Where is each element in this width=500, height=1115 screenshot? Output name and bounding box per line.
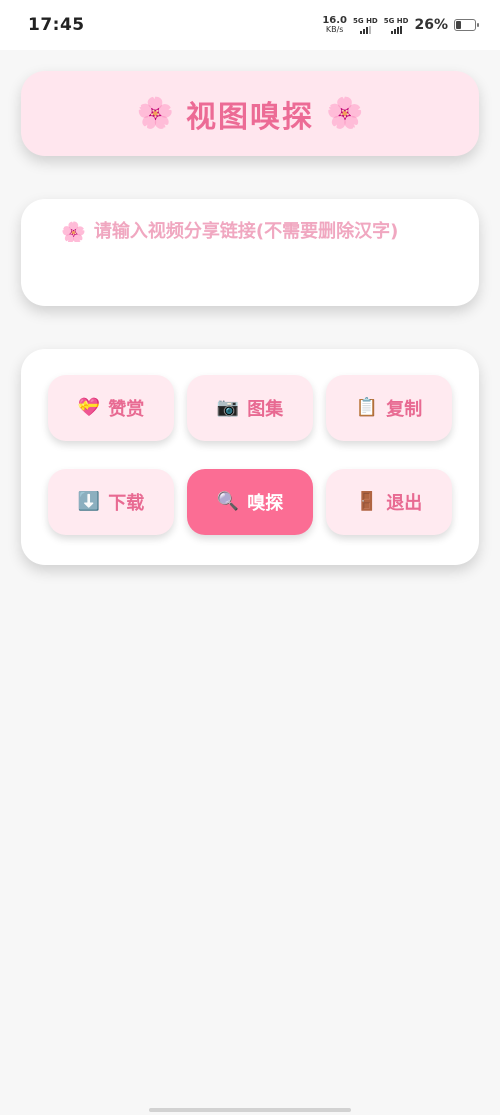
exit-button[interactable]: 🚪 退出 [326, 469, 452, 535]
gallery-button[interactable]: 📷 图集 [187, 375, 313, 441]
heart-gift-icon: 💝 [77, 397, 101, 418]
sniff-button-label: 嗅探 [247, 493, 284, 514]
exit-button-label: 退出 [386, 493, 423, 514]
url-input-card[interactable]: 🌸 [21, 199, 479, 306]
download-button-label: 下载 [108, 493, 145, 514]
sim1-label: 5G HD [353, 16, 378, 25]
title-banner: 🌸 视图嗅探 🌸 [21, 71, 479, 156]
camera-icon: 📷 [216, 397, 240, 418]
copy-button[interactable]: 📋 复制 [326, 375, 452, 441]
url-input[interactable] [93, 221, 439, 242]
status-indicators: 16.0 KB/s 5G HD 5G HD 26% [322, 15, 479, 35]
action-panel: 💝 赞赏 📷 图集 📋 复制 ⬇️ 下载 🔍 嗅探 🚪 退出 [21, 349, 479, 565]
battery-percent: 26% [414, 17, 448, 33]
sim2-signal-icon: 5G HD [383, 16, 409, 34]
sniff-button[interactable]: 🔍 嗅探 [187, 469, 313, 535]
network-speed-value: 16.0 [322, 15, 348, 26]
download-button[interactable]: ⬇️ 下载 [48, 469, 174, 535]
down-arrow-icon: ⬇️ [77, 491, 101, 512]
reward-button[interactable]: 💝 赞赏 [48, 375, 174, 441]
status-bar: 17:45 16.0 KB/s 5G HD 5G HD 26% [0, 0, 500, 50]
door-icon: 🚪 [355, 491, 379, 512]
network-speed: 16.0 KB/s [322, 15, 348, 35]
cherry-blossom-icon: 🌸 [136, 95, 174, 131]
magnifier-icon: 🔍 [216, 491, 240, 512]
battery-fill [456, 21, 462, 29]
copy-button-label: 复制 [386, 399, 423, 420]
url-input-row[interactable]: 🌸 [61, 221, 439, 242]
battery-icon [454, 19, 479, 31]
home-indicator[interactable] [149, 1108, 351, 1112]
gallery-button-label: 图集 [247, 399, 284, 420]
action-grid: 💝 赞赏 📷 图集 📋 复制 ⬇️ 下载 🔍 嗅探 🚪 退出 [48, 375, 452, 535]
reward-button-label: 赞赏 [108, 399, 145, 420]
sim2-label: 5G HD [383, 16, 409, 25]
clipboard-icon: 📋 [355, 397, 379, 418]
network-speed-unit: KB/s [325, 25, 344, 34]
sim1-signal-icon: 5G HD [353, 17, 378, 34]
cherry-blossom-icon: 🌸 [61, 221, 86, 242]
status-time: 17:45 [28, 15, 85, 35]
cherry-blossom-icon: 🌸 [326, 95, 364, 131]
app-title: 视图嗅探 [186, 99, 314, 135]
